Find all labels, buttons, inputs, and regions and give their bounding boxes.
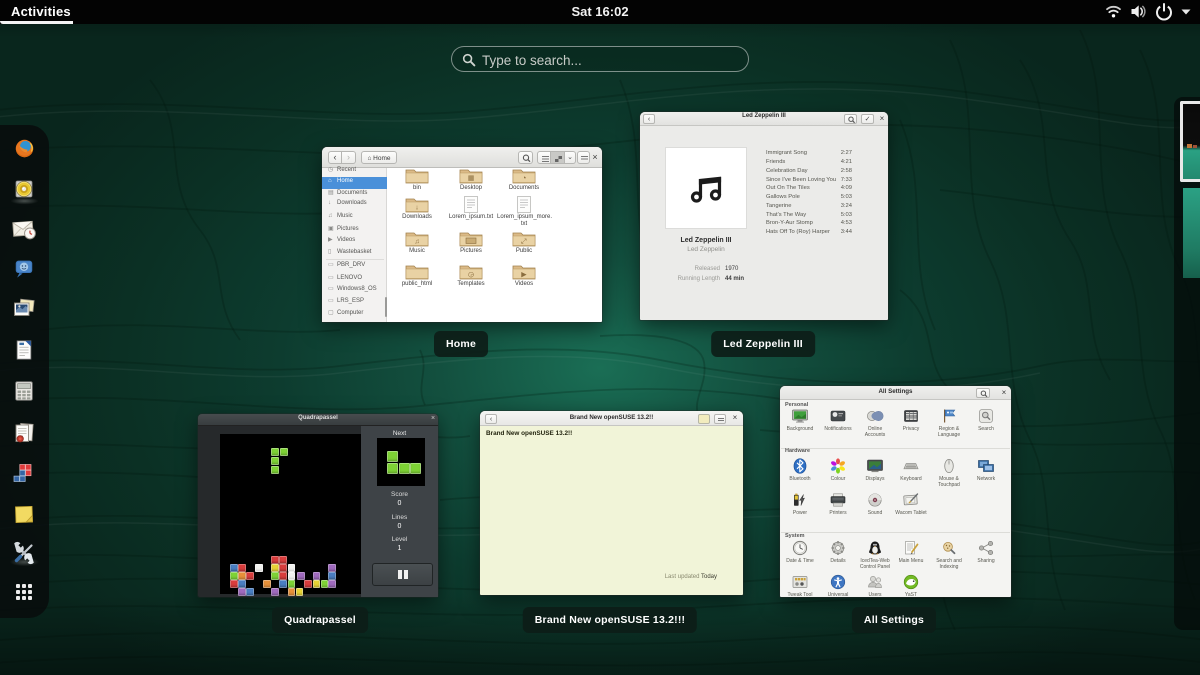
svg-text:◶: ◶: [468, 272, 474, 279]
svg-text:▶: ▶: [521, 272, 527, 279]
svg-text:▦: ▦: [468, 175, 475, 182]
svg-text:◔: ◔: [522, 174, 527, 183]
svg-text:↓: ↓: [415, 205, 419, 212]
svg-text:⤢: ⤢: [521, 239, 527, 246]
svg-text:♫: ♫: [414, 239, 419, 246]
